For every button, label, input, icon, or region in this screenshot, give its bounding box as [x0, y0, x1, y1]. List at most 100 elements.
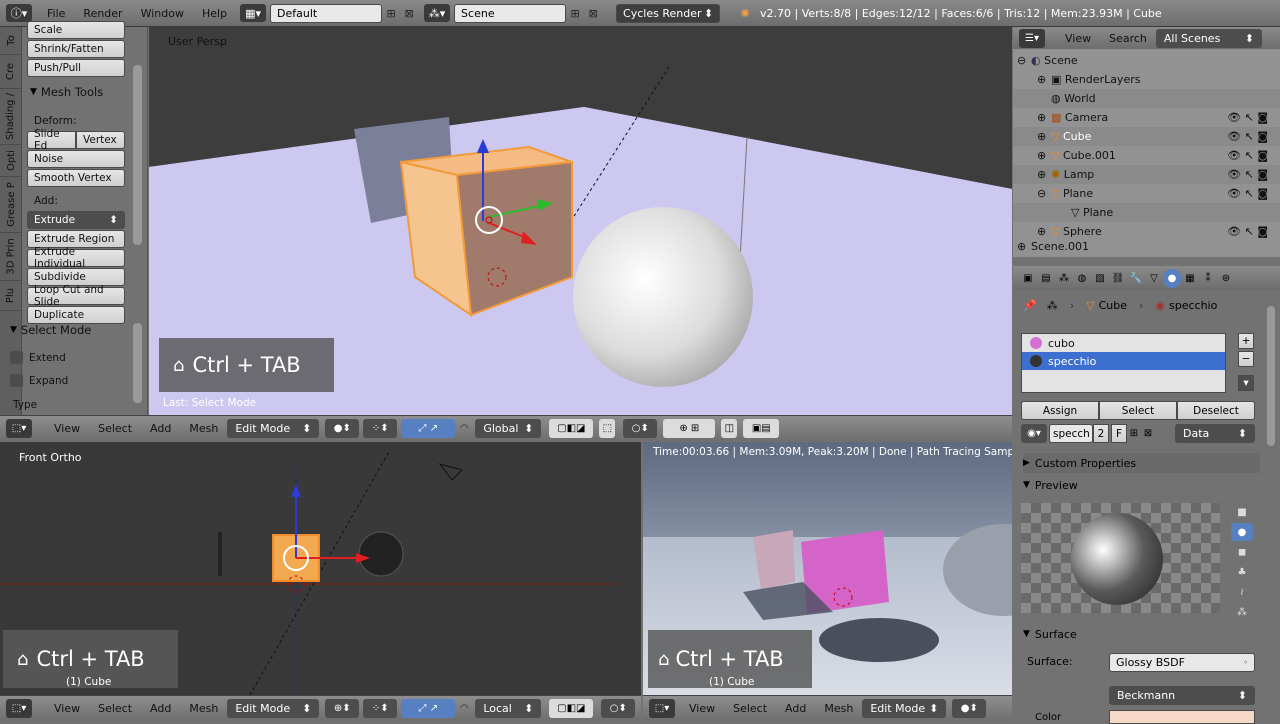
outliner-row-cube[interactable]: ⊕ ▽ Cube 👁 ↖ ◙	[1013, 127, 1280, 146]
remove-slot-icon[interactable]: −	[1238, 351, 1254, 367]
world-tab-icon[interactable]: ◍	[1073, 269, 1091, 288]
add-scene-icon[interactable]: ⊞	[566, 4, 584, 22]
slot-specchio[interactable]: specchio	[1022, 352, 1225, 370]
outliner-row-plane-data[interactable]: ▽ Plane	[1013, 203, 1280, 222]
menu-select[interactable]: Select	[733, 702, 767, 715]
menu-select[interactable]: Select	[98, 422, 132, 435]
material-name-field[interactable]: specch	[1049, 424, 1093, 443]
proportional-edit-select[interactable]: ○⬍	[623, 419, 658, 438]
limit-selection-icon[interactable]: ⬚	[599, 419, 616, 438]
preview-monkey-icon[interactable]: ♣	[1231, 563, 1253, 581]
assign-button[interactable]: Assign	[1021, 401, 1099, 420]
tab-options[interactable]: Opti	[0, 145, 22, 177]
tab-plugins[interactable]: Plu	[0, 281, 22, 311]
rotate-manipulator-icon[interactable]: ◠	[457, 699, 471, 718]
menu-select[interactable]: Select	[98, 702, 132, 715]
object-tab-icon[interactable]: ▧	[1091, 269, 1109, 288]
render-icon[interactable]: ◫	[721, 419, 738, 438]
mode-select[interactable]: Edit Mode ⬍	[227, 699, 320, 718]
viewport-front-ortho[interactable]: Front Ortho ⌂ Ctrl + TAB (1) Cube	[0, 442, 641, 695]
push-pull-button[interactable]: Push/Pull	[27, 59, 125, 77]
distribution-select[interactable]: Beckmann ⬍	[1109, 686, 1255, 705]
preview-plane-icon[interactable]: ■	[1231, 503, 1253, 521]
menu-mesh[interactable]: Mesh	[824, 702, 853, 715]
add-slot-icon[interactable]: +	[1238, 333, 1254, 349]
tab-create[interactable]: Cre	[0, 55, 22, 89]
editor-type-icon[interactable]: ⬚▾	[6, 699, 32, 718]
layers-tab-icon[interactable]: ▤	[1037, 269, 1055, 288]
layout-field[interactable]: Default	[270, 3, 383, 23]
menu-add[interactable]: Add	[785, 702, 806, 715]
slide-edge-button[interactable]: Slide Ed	[27, 128, 76, 152]
outliner-search-menu[interactable]: Search	[1109, 32, 1147, 45]
shrink-fatten-button[interactable]: Shrink/Fatten	[27, 40, 125, 58]
tab-grease-pencil[interactable]: Grease P	[0, 177, 22, 233]
scale-button[interactable]: Scale	[27, 21, 125, 39]
custom-properties-header[interactable]: ▶ Custom Properties	[1023, 453, 1260, 473]
link-select[interactable]: Data ⬍	[1175, 424, 1255, 443]
slide-vertex-button[interactable]: Vertex	[76, 131, 125, 149]
menu-view[interactable]: View	[54, 422, 80, 435]
preview-cube-icon[interactable]: ◼	[1231, 543, 1253, 561]
texture-tab-icon[interactable]: ▦	[1181, 269, 1199, 288]
shading-select[interactable]: ●⬍	[952, 699, 987, 718]
loop-cut-button[interactable]: Loop Cut and Slide	[27, 284, 125, 308]
editor-type-icon[interactable]: ⬚▾	[649, 699, 675, 718]
menu-render[interactable]: Render	[74, 7, 131, 20]
menu-view[interactable]: View	[689, 702, 715, 715]
rotate-manipulator-icon[interactable]: ◠	[457, 419, 471, 438]
data-tab-icon[interactable]: ▽	[1145, 269, 1163, 288]
menu-mesh[interactable]: Mesh	[189, 422, 218, 435]
new-material-icon[interactable]: ⊞	[1127, 424, 1141, 443]
viewport-3d-main[interactable]: User Persp ⌂ Ctrl + TAB Last: Select Mod…	[149, 27, 1012, 415]
outliner-row-renderlayers[interactable]: ⊕ ▣ RenderLayers	[1013, 70, 1280, 89]
menu-mesh[interactable]: Mesh	[189, 702, 218, 715]
outliner-row-scene001[interactable]: ⊕ Scene.001	[1013, 241, 1280, 251]
outliner-filter-select[interactable]: All Scenes ⬍	[1155, 28, 1262, 48]
color-swatch[interactable]	[1109, 710, 1255, 724]
surface-header[interactable]: ▼ Surface	[1023, 624, 1260, 644]
select-mode-buttons[interactable]: ▢◧◪	[549, 699, 594, 718]
menu-window[interactable]: Window	[132, 7, 193, 20]
remove-layout-icon[interactable]: ⊠	[400, 4, 418, 22]
select-mode-buttons[interactable]: ▢◧◪	[549, 419, 594, 438]
manipulator-toggle[interactable]: ⤢ ↗	[401, 699, 456, 718]
mode-select[interactable]: Edit Mode ⬍	[862, 699, 947, 718]
select-button[interactable]: Select	[1099, 401, 1177, 420]
physics-tab-icon[interactable]: ⊛	[1217, 269, 1235, 288]
menu-add[interactable]: Add	[150, 422, 171, 435]
shading-select[interactable]: ⊕⬍	[325, 699, 360, 718]
surface-shader-select[interactable]: Glossy BSDF ◦	[1109, 653, 1255, 672]
render-tab-icon[interactable]: ▣	[1019, 269, 1037, 288]
editor-type-icon[interactable]: ⬚▾	[6, 419, 32, 438]
outliner-row-cube001[interactable]: ⊕ ▽ Cube.001 👁 ↖ ◙	[1013, 146, 1280, 165]
add-layout-icon[interactable]: ⊞	[382, 4, 400, 22]
tab-tools[interactable]: To	[0, 27, 22, 55]
toolshelf-scrollbar-2[interactable]	[133, 323, 142, 403]
outliner-row-world[interactable]: ◍ World	[1013, 89, 1280, 108]
remove-scene-icon[interactable]: ⊠	[584, 4, 602, 22]
expand-checkbox[interactable]: Expand	[10, 374, 68, 387]
preview-hair-icon[interactable]: ≀	[1231, 583, 1253, 601]
menu-help[interactable]: Help	[193, 7, 236, 20]
mesh-tools-header[interactable]: ▼ Mesh Tools	[30, 85, 103, 99]
outliner-editor-icon[interactable]: ☰▾	[1019, 28, 1045, 48]
slot-menu-icon[interactable]: ▾	[1238, 375, 1254, 391]
shading-select[interactable]: ●⬍	[325, 419, 360, 438]
render-engine-select[interactable]: Cycles Render ⬍	[616, 3, 721, 23]
extrude-individual-button[interactable]: Extrude Individual	[27, 246, 125, 270]
extend-checkbox[interactable]: Extend	[10, 351, 66, 364]
mode-select[interactable]: Edit Mode ⬍	[227, 419, 320, 438]
pivot-select[interactable]: ⁘⬍	[363, 419, 398, 438]
manipulator-toggle[interactable]: ⤢ ↗	[401, 419, 456, 438]
outliner-row-scene[interactable]: ⊖ ◐ Scene	[1013, 51, 1280, 70]
info-editor-icon[interactable]: ⓘ▾	[6, 4, 32, 22]
snap-buttons[interactable]: ⊕ ⊞	[663, 419, 716, 438]
scene-tab-icon[interactable]: ⁂	[1055, 269, 1073, 288]
viewport-rendered[interactable]: Time:00:03.66 | Mem:3.09M, Peak:3.20M | …	[643, 442, 1012, 695]
deselect-button[interactable]: Deselect	[1177, 401, 1255, 420]
orientation-select[interactable]: Global ⬍	[475, 419, 542, 438]
select-mode-header[interactable]: ▼ Select Mode	[10, 323, 91, 337]
modifiers-tab-icon[interactable]: 🔧	[1127, 269, 1145, 288]
opengl-render-icons[interactable]: ▣▤	[743, 419, 780, 438]
